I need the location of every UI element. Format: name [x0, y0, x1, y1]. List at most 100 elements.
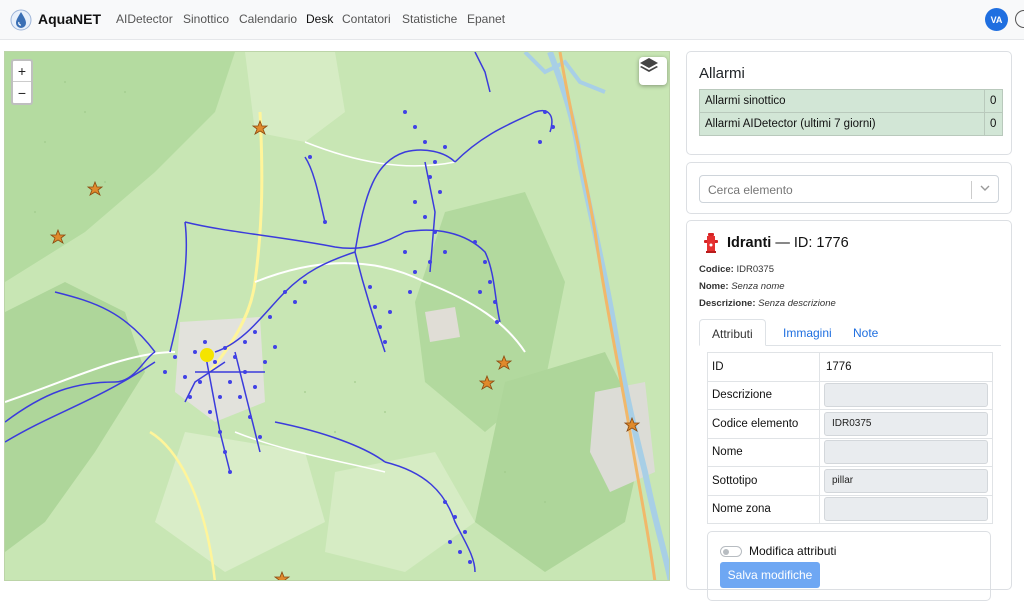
- user-avatar[interactable]: VA: [985, 8, 1008, 31]
- network-node: [228, 470, 232, 474]
- alarms-card: Allarmi Allarmi sinottico 0 Allarmi AIDe…: [686, 51, 1012, 155]
- network-node: [323, 220, 327, 224]
- network-node: [308, 155, 312, 159]
- urban-area: [175, 317, 265, 422]
- network-node: [493, 300, 497, 304]
- edit-toggle-label: Modifica attributi: [749, 544, 837, 558]
- attribute-row: Nome: [707, 437, 993, 467]
- zoom-out-button[interactable]: −: [13, 82, 31, 103]
- search-card: Cerca elemento: [686, 162, 1012, 214]
- edit-attributes-box: Modifica attributi Salva modifiche: [707, 531, 991, 601]
- top-navbar: AquaNET AIDetector Sinottico Calendario …: [0, 0, 1024, 40]
- layers-icon: [640, 58, 658, 72]
- attribute-label: ID: [707, 352, 820, 382]
- field-label: Descrizione:: [699, 298, 756, 309]
- network-node: [228, 380, 232, 384]
- selected-hydrant-marker: [200, 348, 214, 362]
- attribute-input[interactable]: pillar: [824, 468, 988, 493]
- map-canvas[interactable]: [5, 52, 670, 581]
- alarm-count: 0: [984, 112, 1003, 136]
- alarm-row[interactable]: Allarmi sinottico 0: [699, 89, 1003, 113]
- network-node: [198, 380, 202, 384]
- network-node: [453, 515, 457, 519]
- search-input[interactable]: Cerca elemento: [699, 175, 999, 203]
- element-title: Idranti — ID: 1776: [727, 235, 849, 251]
- network-node: [423, 140, 427, 144]
- attribute-label: Nome zona: [707, 494, 820, 524]
- attribute-input[interactable]: IDR0375: [824, 411, 988, 436]
- save-button[interactable]: Salva modifiche: [720, 562, 820, 588]
- attribute-value: 1776: [819, 352, 993, 382]
- app-name[interactable]: AquaNET: [38, 11, 101, 27]
- layers-button[interactable]: [639, 57, 667, 85]
- attribute-row: Nome zona: [707, 494, 993, 524]
- network-node: [438, 190, 442, 194]
- network-node: [243, 340, 247, 344]
- alarm-label: Allarmi AIDetector (ultimi 7 giorni): [699, 112, 985, 136]
- network-node: [458, 550, 462, 554]
- pipe-line: [454, 110, 553, 163]
- network-node: [423, 215, 427, 219]
- meadow-area: [325, 452, 475, 572]
- network-node: [551, 125, 555, 129]
- network-node: [188, 395, 192, 399]
- network-node: [428, 260, 432, 264]
- toggle-knob: [723, 549, 729, 555]
- network-node: [208, 410, 212, 414]
- field-value: IDR0375: [736, 264, 774, 275]
- network-node: [468, 560, 472, 564]
- attribute-row: Sottotipo pillar: [707, 466, 993, 496]
- zoom-in-button[interactable]: +: [13, 61, 31, 82]
- nav-statistiche[interactable]: Statistiche: [402, 12, 457, 26]
- attribute-input[interactable]: [824, 440, 988, 465]
- network-node: [268, 315, 272, 319]
- network-node: [408, 290, 412, 294]
- network-node: [248, 415, 252, 419]
- nav-contatori[interactable]: Contatori: [342, 12, 391, 26]
- urban-area: [425, 307, 460, 342]
- attribute-row: Descrizione: [707, 380, 993, 410]
- logout-icon[interactable]: [1015, 10, 1024, 28]
- field-value: Senza descrizione: [758, 298, 836, 309]
- nav-aidetector[interactable]: AIDetector: [116, 12, 173, 26]
- network-node: [463, 530, 467, 534]
- network-node: [218, 430, 222, 434]
- network-node: [403, 110, 407, 114]
- nav-epanet[interactable]: Epanet: [467, 12, 505, 26]
- network-node: [238, 395, 242, 399]
- pipe-line: [304, 156, 326, 223]
- network-node: [433, 160, 437, 164]
- tab-attributi[interactable]: Attributi: [699, 319, 766, 346]
- search-placeholder: Cerca elemento: [708, 183, 793, 197]
- tab-note[interactable]: Note: [841, 319, 890, 346]
- field-descrizione: Descrizione: Senza descrizione: [699, 298, 836, 309]
- search-separator: [971, 181, 972, 199]
- network-node: [193, 350, 197, 354]
- network-node: [473, 240, 477, 244]
- field-value: Senza nome: [731, 281, 785, 292]
- local-road: [304, 141, 456, 167]
- attribute-input[interactable]: [824, 497, 988, 522]
- network-node: [448, 540, 452, 544]
- field-label: Nome:: [699, 281, 729, 292]
- attribute-label: Descrizione: [707, 380, 820, 410]
- attribute-input[interactable]: [824, 383, 988, 408]
- network-node: [433, 230, 437, 234]
- nav-sinottico[interactable]: Sinottico: [183, 12, 229, 26]
- edit-toggle[interactable]: [720, 546, 742, 557]
- chevron-down-icon[interactable]: [979, 182, 991, 194]
- detail-tabs: Attributi Immagini Note: [699, 319, 1001, 346]
- tab-immagini[interactable]: Immagini: [771, 319, 844, 346]
- network-node: [243, 370, 247, 374]
- network-node: [373, 305, 377, 309]
- network-map[interactable]: + −: [4, 51, 670, 581]
- network-node: [218, 395, 222, 399]
- alarm-row[interactable]: Allarmi AIDetector (ultimi 7 giorni) 0: [699, 112, 1003, 136]
- element-detail-card: Idranti — ID: 1776 Codice: IDR0375 Nome:…: [686, 220, 1012, 601]
- network-node: [253, 330, 257, 334]
- nav-calendario[interactable]: Calendario: [239, 12, 297, 26]
- nav-desk[interactable]: Desk: [306, 12, 333, 26]
- network-node: [163, 370, 167, 374]
- forest-area: [5, 52, 235, 282]
- pipe-line: [474, 52, 491, 93]
